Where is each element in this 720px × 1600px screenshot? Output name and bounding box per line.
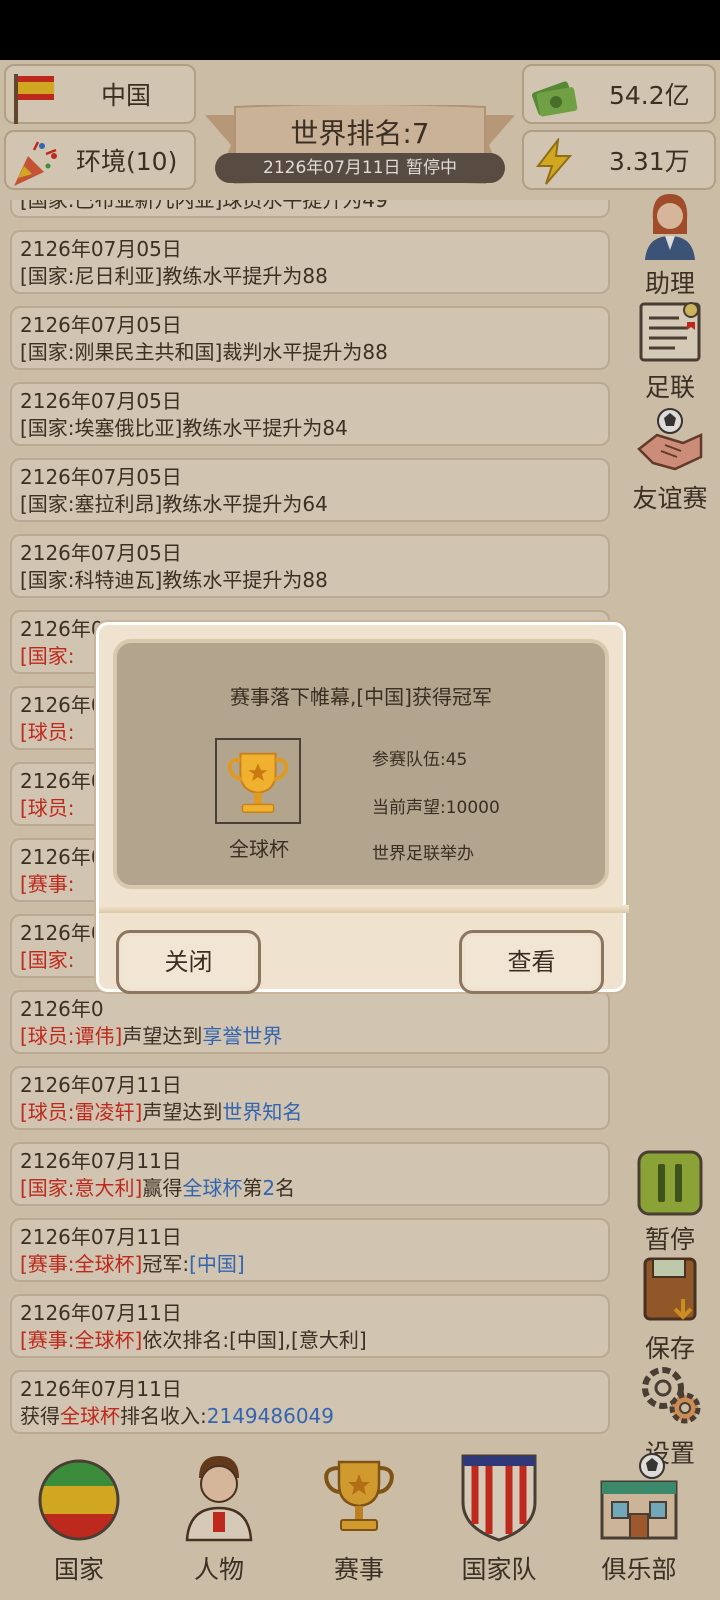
dialog-message: 赛事落下帷幕,[中国]获得冠军 bbox=[230, 685, 492, 709]
championship-dialog: 赛事落下帷幕,[中国]获得冠军 全球杯 参赛队伍:45 当前声望:10000 世… bbox=[96, 622, 629, 994]
game-screen: 中国 环境(10) 世界排名:7 2126年07月11日 暂停中 54.2亿 3… bbox=[0, 60, 720, 1600]
status-bar bbox=[0, 0, 720, 60]
close-button[interactable]: 关闭 bbox=[116, 930, 261, 994]
dialog-divider bbox=[99, 905, 629, 913]
host-organizer: 世界足联举办 bbox=[372, 844, 474, 864]
trophy-icon bbox=[227, 752, 289, 813]
view-button[interactable]: 查看 bbox=[459, 930, 604, 994]
dialog-content-panel: 赛事落下帷幕,[中国]获得冠军 全球杯 参赛队伍:45 当前声望:10000 世… bbox=[113, 639, 609, 889]
trophy-frame bbox=[215, 738, 301, 824]
prestige-value: 当前声望:10000 bbox=[372, 798, 500, 818]
teams-count: 参赛队伍:45 bbox=[372, 750, 468, 770]
trophy-name: 全球杯 bbox=[229, 837, 289, 861]
